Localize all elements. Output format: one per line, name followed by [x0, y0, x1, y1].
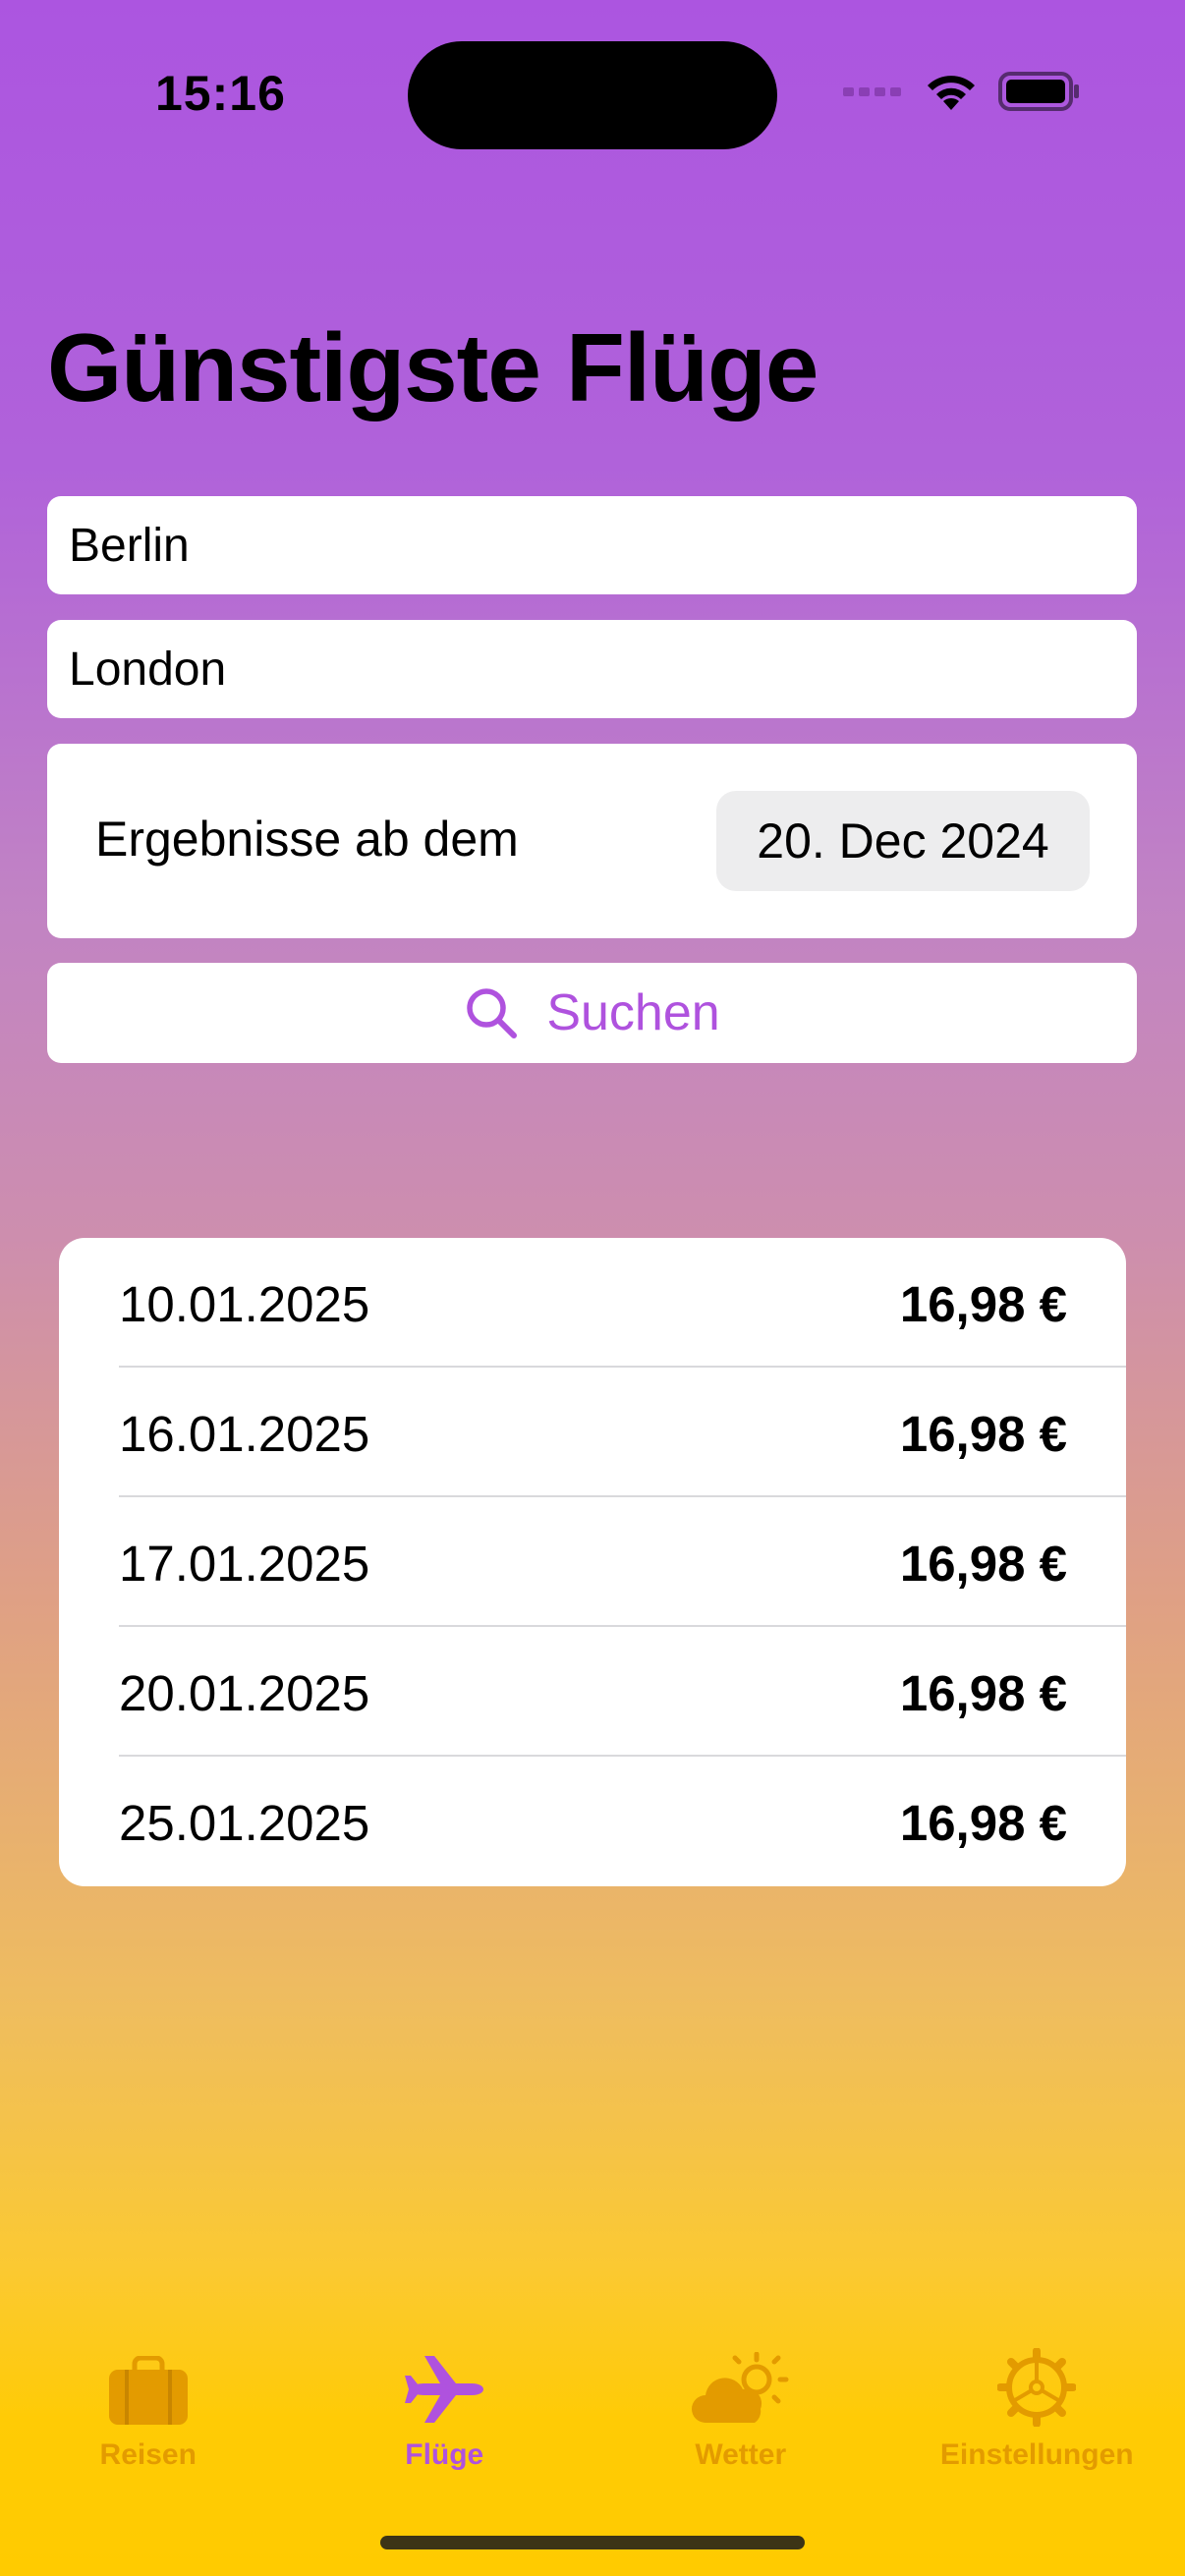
result-price: 16,98 € [899, 1406, 1067, 1462]
wifi-icon [928, 76, 975, 110]
result-price: 16,98 € [899, 1276, 1067, 1332]
page-title: Günstigste Flüge [47, 313, 818, 421]
search-button[interactable]: Suchen [47, 963, 1137, 1063]
gear-icon [997, 2348, 1077, 2427]
tab-reisen[interactable]: Reisen [0, 2338, 297, 2495]
date-picker-button[interactable]: 20. Dec 2024 [716, 791, 1090, 891]
dynamic-island [408, 41, 777, 149]
tab-label: Flüge [405, 2438, 484, 2471]
airplane-icon [405, 2356, 484, 2423]
tab-wetter[interactable]: Wetter [592, 2338, 889, 2495]
status-bar: 15:16 [0, 0, 1185, 196]
destination-field[interactable]: London [47, 620, 1137, 718]
list-item[interactable]: 17.01.2025 16,98 € [59, 1497, 1126, 1627]
tab-bar: Reisen Flüge Wetter Einstellungen [0, 2338, 1185, 2495]
tab-fluege[interactable]: Flüge [297, 2338, 593, 2495]
search-button-label: Suchen [546, 984, 720, 1041]
result-date: 10.01.2025 [119, 1276, 370, 1332]
result-price: 16,98 € [899, 1665, 1067, 1721]
list-item[interactable]: 25.01.2025 16,98 € [59, 1757, 1126, 1886]
result-price: 16,98 € [899, 1536, 1067, 1592]
tab-label: Wetter [695, 2438, 787, 2471]
origin-field[interactable]: Berlin [47, 496, 1137, 594]
cloud-sun-icon [691, 2352, 789, 2423]
result-date: 20.01.2025 [119, 1665, 370, 1721]
list-item[interactable]: 10.01.2025 16,98 € [59, 1238, 1126, 1368]
date-label: Ergebnisse ab dem [95, 812, 519, 867]
results-list: 10.01.2025 16,98 € 16.01.2025 16,98 € 17… [59, 1238, 1126, 1886]
result-price: 16,98 € [899, 1795, 1067, 1851]
result-date: 25.01.2025 [119, 1795, 370, 1851]
tab-einstellungen[interactable]: Einstellungen [889, 2338, 1185, 2495]
list-item[interactable]: 20.01.2025 16,98 € [59, 1627, 1126, 1757]
suitcase-icon [108, 2356, 188, 2425]
tab-label: Einstellungen [939, 2438, 1134, 2471]
cellular-signal-icon [843, 87, 901, 96]
status-icons [843, 71, 1081, 112]
home-indicator[interactable] [380, 2536, 805, 2549]
status-time: 15:16 [155, 66, 286, 121]
battery-icon [998, 72, 1079, 111]
search-icon [467, 988, 518, 1038]
list-item[interactable]: 16.01.2025 16,98 € [59, 1368, 1126, 1497]
tab-label: Reisen [99, 2438, 197, 2471]
date-picker-row: Ergebnisse ab dem 20. Dec 2024 [47, 744, 1137, 938]
result-date: 16.01.2025 [119, 1406, 370, 1462]
result-date: 17.01.2025 [119, 1536, 370, 1592]
